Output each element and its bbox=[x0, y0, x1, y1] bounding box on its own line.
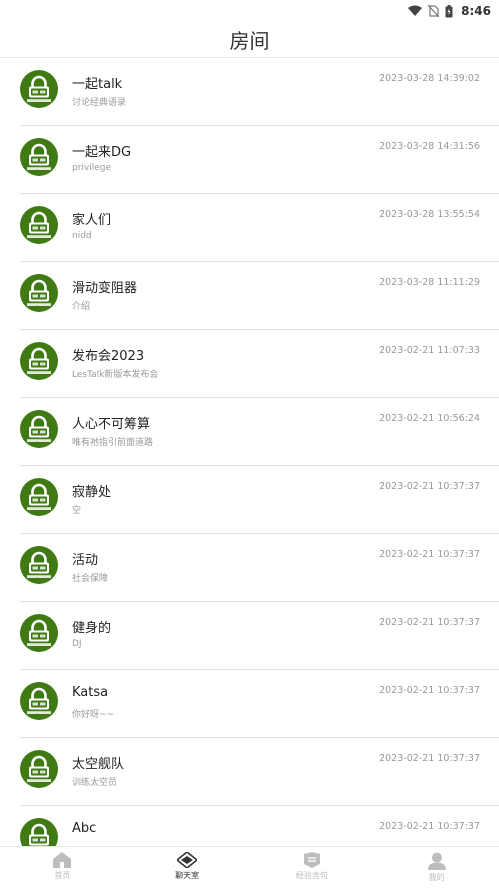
room-description: DJ bbox=[72, 639, 82, 649]
room-timestamp: 2023-02-21 11:07:33 bbox=[379, 345, 480, 356]
room-description: 讨论经典语录 bbox=[72, 98, 127, 108]
room-list-item[interactable]: 滑动变阻器 介绍 2023-03-28 11:11:29 bbox=[20, 262, 499, 330]
room-timestamp: 2023-03-28 14:31:56 bbox=[379, 141, 480, 152]
room-avatar-icon bbox=[20, 138, 58, 176]
room-list-item[interactable]: 健身的 DJ 2023-02-21 10:37:37 bbox=[20, 602, 499, 670]
room-timestamp: 2023-02-21 10:37:37 bbox=[379, 549, 480, 560]
room-name: 健身的 bbox=[72, 621, 112, 636]
page-title: 房间 bbox=[229, 29, 270, 53]
room-avatar-icon bbox=[20, 206, 58, 244]
room-list-item[interactable]: 一起talk 讨论经典语录 2023-03-28 14:39:02 bbox=[20, 58, 499, 126]
room-description: LesTalk新版本发布会 bbox=[72, 370, 159, 380]
chat-room-icon bbox=[177, 852, 198, 868]
status-time: 8:46 bbox=[461, 4, 491, 18]
room-avatar-icon bbox=[20, 750, 58, 788]
no-sim-icon bbox=[428, 5, 440, 17]
user-icon bbox=[427, 852, 446, 870]
room-description: 社会保障 bbox=[72, 574, 109, 584]
room-avatar-icon bbox=[20, 70, 58, 108]
room-description: 唯有祂指引前面道路 bbox=[72, 438, 154, 448]
room-description: 你好呀~~ bbox=[72, 710, 115, 720]
room-list-item[interactable]: 一起来DG privilege 2023-03-28 14:31:56 bbox=[20, 126, 499, 194]
room-name: 发布会2023 bbox=[72, 349, 145, 364]
room-name: 太空舰队 bbox=[72, 757, 125, 772]
room-name: 一起talk bbox=[72, 77, 123, 92]
room-timestamp: 2023-02-21 10:37:37 bbox=[379, 481, 480, 492]
room-description: nidd bbox=[72, 231, 92, 241]
room-description: privilege bbox=[72, 163, 112, 173]
tab-mine[interactable]: 我的 bbox=[374, 847, 499, 888]
room-timestamp: 2023-02-21 10:37:37 bbox=[379, 617, 480, 628]
room-list-item[interactable]: Katsa 你好呀~~ 2023-02-21 10:37:37 bbox=[20, 670, 499, 738]
room-avatar-icon bbox=[20, 614, 58, 652]
bottom-tab-bar: 首页 聊天室 经验含句 我的 bbox=[0, 846, 499, 888]
room-timestamp: 2023-02-21 10:56:24 bbox=[379, 413, 480, 424]
tab-label: 经验含句 bbox=[295, 871, 328, 880]
room-avatar-icon bbox=[20, 478, 58, 516]
tab-label: 聊天室 bbox=[175, 871, 200, 880]
room-list[interactable]: 一起talk 讨论经典语录 2023-03-28 14:39:02 一起来DG … bbox=[0, 58, 499, 846]
room-timestamp: 2023-03-28 11:11:29 bbox=[379, 277, 480, 288]
tab-chat-room[interactable]: 聊天室 bbox=[125, 847, 250, 888]
room-name: 一起来DG bbox=[72, 145, 132, 160]
room-name: 活动 bbox=[72, 553, 99, 568]
home-icon bbox=[53, 852, 72, 868]
room-name: Katsa bbox=[72, 685, 109, 700]
room-list-item[interactable]: 寂静处 空 2023-02-21 10:37:37 bbox=[20, 466, 499, 534]
room-avatar-icon bbox=[20, 682, 58, 720]
room-avatar-icon bbox=[20, 546, 58, 584]
room-description: 空 bbox=[72, 506, 82, 516]
room-list-item[interactable]: 发布会2023 LesTalk新版本发布会 2023-02-21 11:07:3… bbox=[20, 330, 499, 398]
book-icon bbox=[302, 852, 322, 868]
tab-label: 首页 bbox=[54, 871, 71, 880]
room-description: 介绍 bbox=[72, 302, 91, 312]
room-timestamp: 2023-02-21 10:37:37 bbox=[379, 821, 480, 832]
battery-icon bbox=[445, 4, 453, 18]
room-avatar-icon bbox=[20, 818, 58, 846]
room-name: 滑动变阻器 bbox=[72, 281, 138, 296]
room-timestamp: 2023-03-28 14:39:02 bbox=[379, 73, 480, 84]
room-list-item[interactable]: Abc 2023-02-21 10:37:37 bbox=[20, 806, 499, 846]
title-bar: 房间 bbox=[0, 22, 499, 58]
room-timestamp: 2023-03-28 13:55:54 bbox=[379, 209, 480, 220]
room-list-item[interactable]: 活动 社会保障 2023-02-21 10:37:37 bbox=[20, 534, 499, 602]
room-timestamp: 2023-02-21 10:37:37 bbox=[379, 685, 480, 696]
room-name: 人心不可筹算 bbox=[72, 417, 151, 432]
room-name: Abc bbox=[72, 821, 97, 836]
status-bar: 8:46 bbox=[0, 0, 499, 22]
tab-label: 我的 bbox=[428, 873, 445, 882]
wifi-icon bbox=[408, 5, 423, 17]
room-description: 训练太空员 bbox=[72, 778, 118, 788]
room-list-item[interactable]: 太空舰队 训练太空员 2023-02-21 10:37:37 bbox=[20, 738, 499, 806]
room-avatar-icon bbox=[20, 342, 58, 380]
room-avatar-icon bbox=[20, 410, 58, 448]
room-list-item[interactable]: 家人们 nidd 2023-03-28 13:55:54 bbox=[20, 194, 499, 262]
room-avatar-icon bbox=[20, 274, 58, 312]
room-name: 家人们 bbox=[72, 213, 112, 228]
tab-home[interactable]: 首页 bbox=[0, 847, 125, 888]
room-list-item[interactable]: 人心不可筹算 唯有祂指引前面道路 2023-02-21 10:56:24 bbox=[20, 398, 499, 466]
room-name: 寂静处 bbox=[72, 485, 112, 500]
tab-book[interactable]: 经验含句 bbox=[250, 847, 375, 888]
room-timestamp: 2023-02-21 10:37:37 bbox=[379, 753, 480, 764]
